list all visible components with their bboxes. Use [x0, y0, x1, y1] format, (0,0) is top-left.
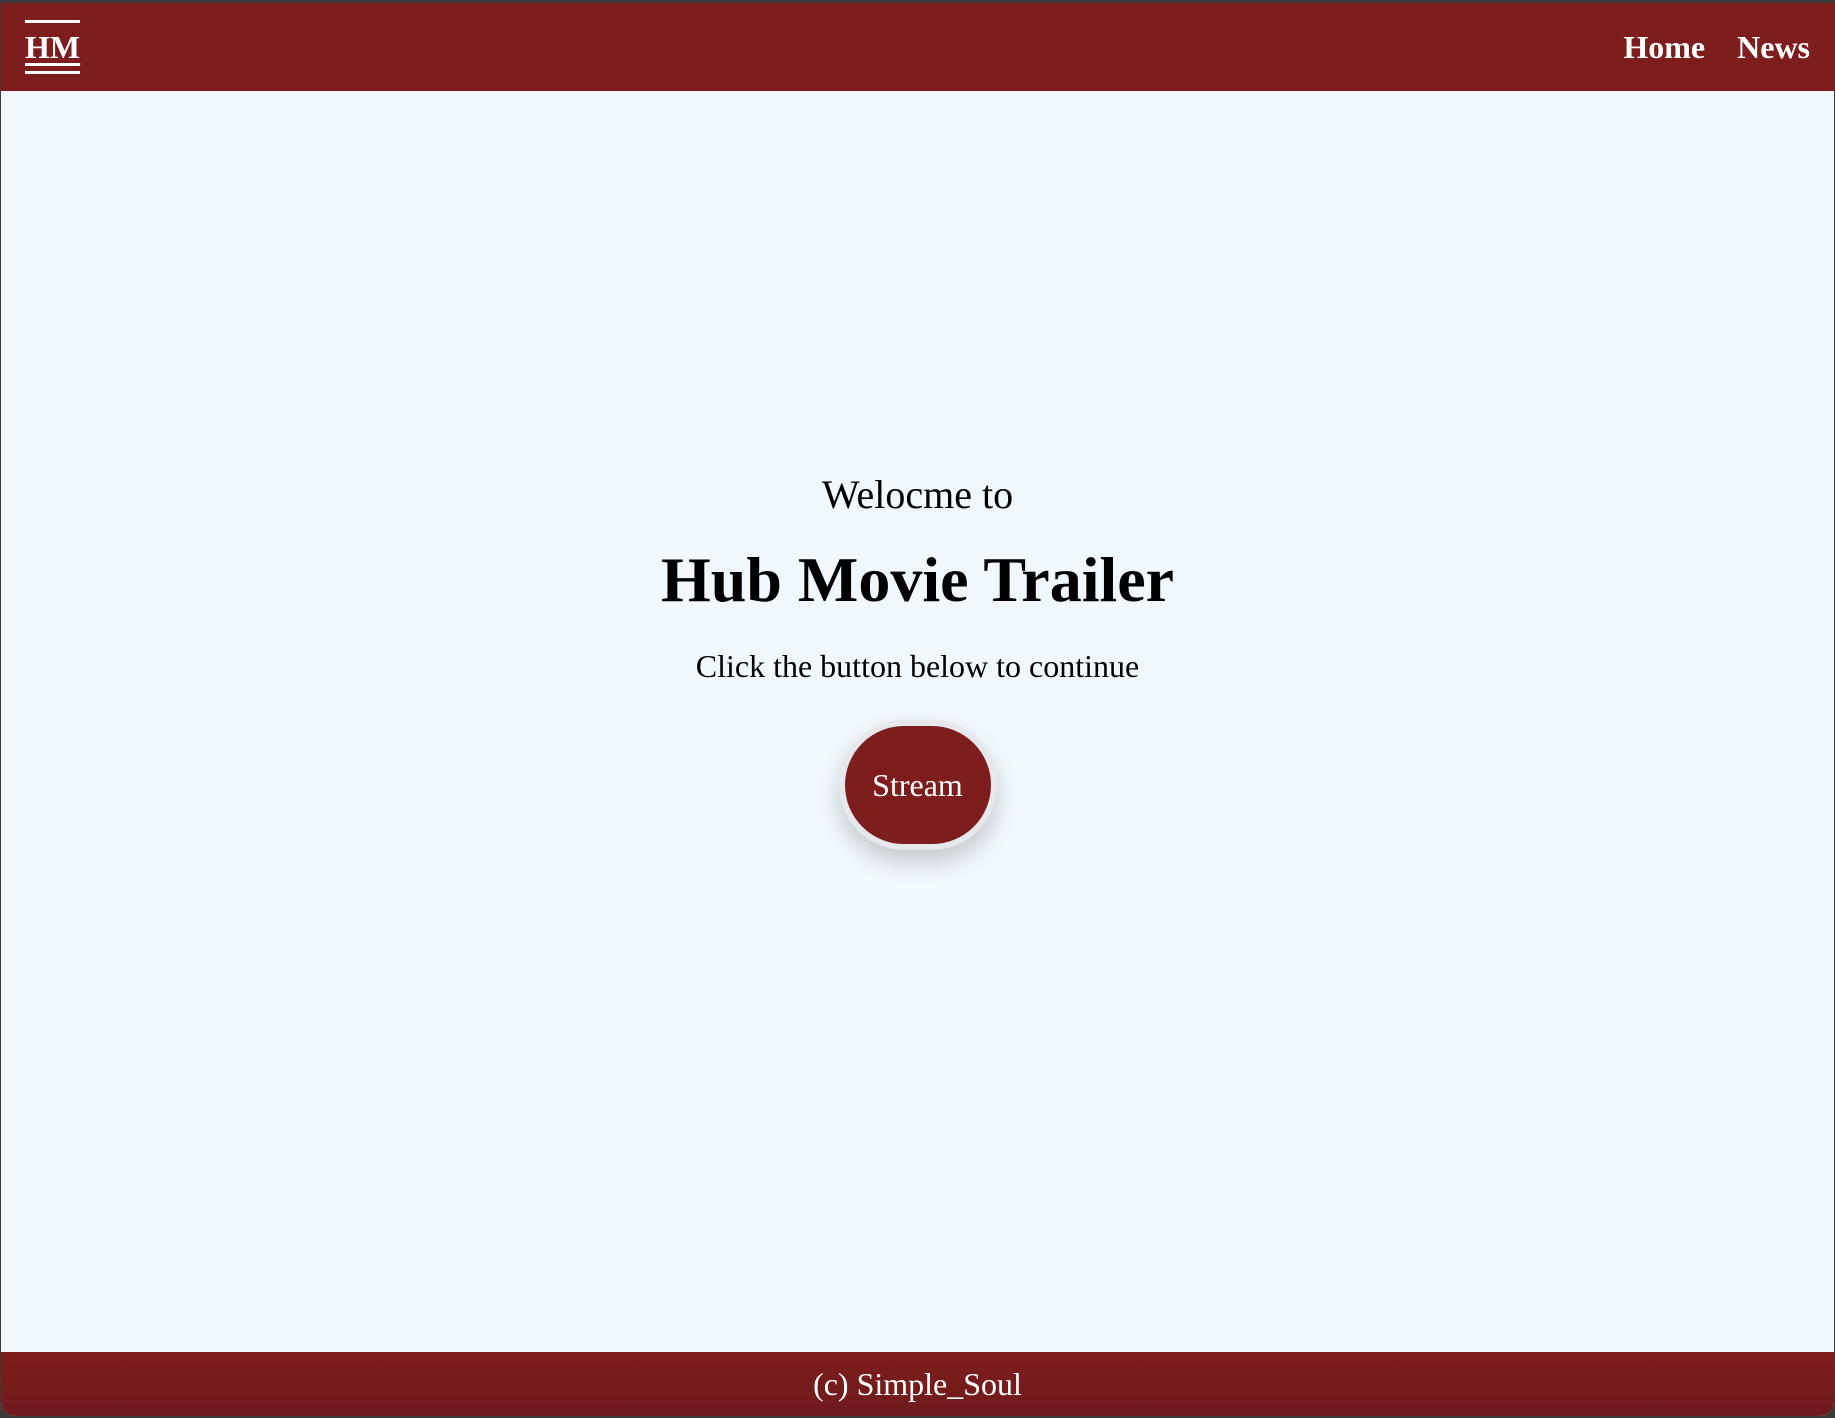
page-title: Hub Movie Trailer — [660, 543, 1175, 615]
footer: (c) Simple_Soul — [1, 1352, 1834, 1416]
browser-viewport: HM Home News Welocme to Hub Movie Traile… — [1, 3, 1834, 1416]
logo-link[interactable]: HM — [25, 20, 81, 74]
welcome-text: Welocme to — [821, 471, 1014, 517]
nav-link-home[interactable]: Home — [1623, 29, 1705, 66]
nav-link-news[interactable]: News — [1737, 29, 1810, 66]
navbar: HM Home News — [1, 3, 1834, 91]
copyright-text: (c) Simple_Soul — [813, 1365, 1022, 1402]
hero-section: Welocme to Hub Movie Trailer Click the b… — [1, 91, 1834, 1352]
stream-button[interactable]: Stream — [838, 720, 997, 851]
nav-links: Home News — [1623, 29, 1810, 66]
instruction-text: Click the button below to continue — [695, 648, 1140, 685]
